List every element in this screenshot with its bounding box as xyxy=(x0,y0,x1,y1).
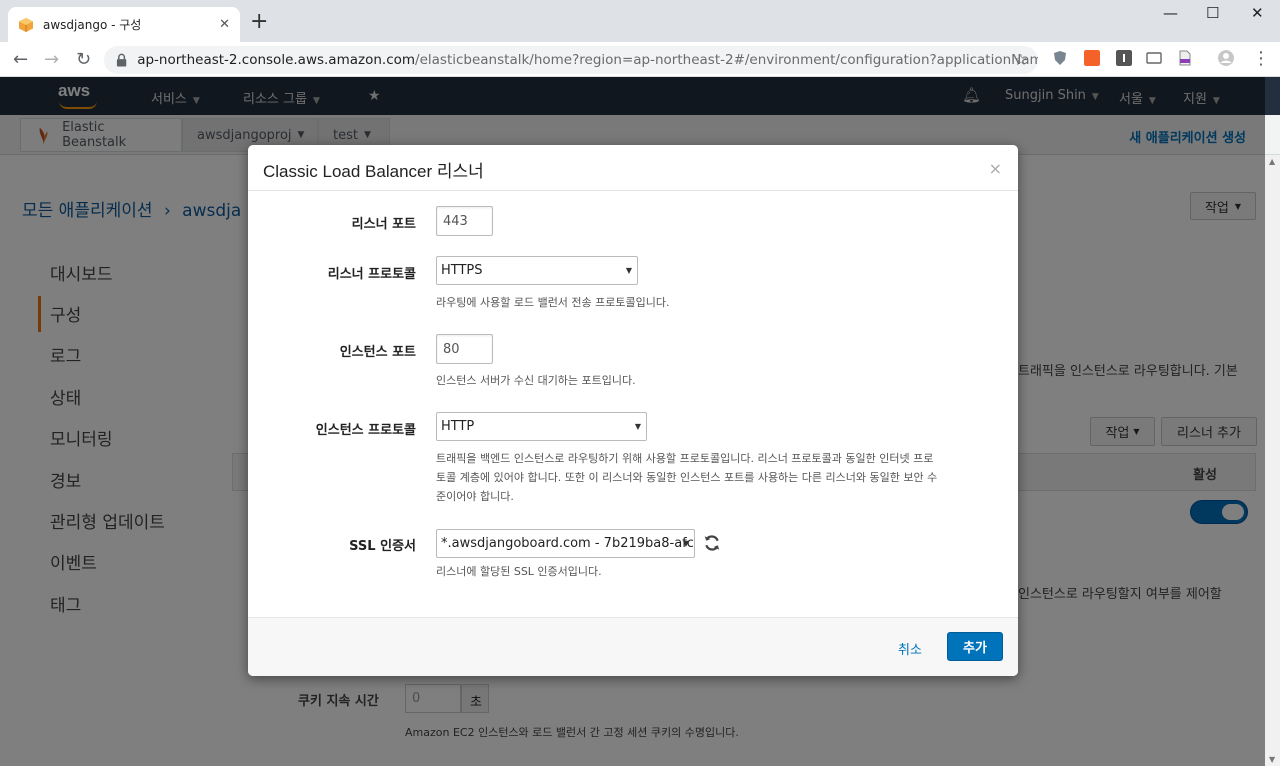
add-button[interactable]: 추가 xyxy=(947,632,1003,661)
cancel-button[interactable]: 취소 xyxy=(898,639,922,658)
modal-title: Classic Load Balancer 리스너 xyxy=(263,162,484,181)
listener-protocol-label: 리스너 프로토콜 xyxy=(327,267,416,282)
new-tab-button[interactable]: + xyxy=(250,9,268,34)
browser-tabstrip: awsdjango - 구성 ✕ + — ☐ ✕ xyxy=(0,0,1280,42)
instance-protocol-label: 인스턴스 프로토콜 xyxy=(315,423,416,438)
card-extension-icon[interactable] xyxy=(1146,50,1162,66)
modal-header: Classic Load Balancer 리스너 × xyxy=(248,145,1018,191)
browser-menu-icon[interactable]: ⋮ xyxy=(1252,48,1270,69)
listener-port-label: 리스너 포트 xyxy=(351,217,416,232)
url-omnibox[interactable]: ap-northeast-2.console.aws.amazon.com/el… xyxy=(104,46,1038,74)
url-text: ap-northeast-2.console.aws.amazon.com/el… xyxy=(137,52,1038,68)
listener-protocol-help: 라우팅에 사용할 로드 밸런서 전송 프로토콜입니다. xyxy=(436,296,670,309)
forward-arrow-icon[interactable]: → xyxy=(44,49,59,70)
instance-port-input[interactable]: 80 xyxy=(436,334,493,364)
close-icon[interactable]: × xyxy=(989,159,1002,178)
ssl-certificate-select[interactable]: *.awsdjangoboard.com - 7b219ba8-afce ▼ xyxy=(436,529,695,558)
shield-extension-icon[interactable] xyxy=(1052,50,1068,66)
minimize-button[interactable]: — xyxy=(1163,4,1178,22)
instance-protocol-help: 트래픽을 백엔드 인스턴스로 라우팅하기 위해 사용할 프로토콜입니다. 리스너… xyxy=(436,452,938,503)
scroll-down-icon[interactable]: ▼ xyxy=(1269,755,1275,764)
instance-port-label: 인스턴스 포트 xyxy=(339,345,416,360)
instance-protocol-select[interactable]: HTTP ▼ xyxy=(436,412,647,441)
tab-title: awsdjango - 구성 xyxy=(43,18,142,32)
dropdown-arrow-icon: ▼ xyxy=(634,422,641,431)
profile-avatar-icon[interactable] xyxy=(1218,50,1234,66)
info-extension-icon[interactable] xyxy=(1116,50,1132,66)
listener-protocol-select[interactable]: HTTPS ▼ xyxy=(436,256,638,285)
tab-close-icon[interactable]: ✕ xyxy=(219,17,230,32)
dropdown-arrow-icon: ▼ xyxy=(682,539,689,548)
orange-extension-icon[interactable] xyxy=(1084,50,1100,66)
maximize-button[interactable]: ☐ xyxy=(1206,4,1219,22)
dropdown-arrow-icon: ▼ xyxy=(625,266,632,275)
bookmark-star-icon[interactable]: ☆ xyxy=(1014,50,1028,69)
ssl-certificate-label: SSL 인증서 xyxy=(349,539,416,554)
pdf-extension-icon[interactable] xyxy=(1177,50,1193,66)
refresh-icon[interactable] xyxy=(703,534,721,552)
browser-tab[interactable]: awsdjango - 구성 ✕ xyxy=(8,7,240,42)
back-arrow-icon[interactable]: ← xyxy=(13,49,28,70)
instance-port-help: 인스턴스 서버가 수신 대기하는 포트입니다. xyxy=(436,374,636,387)
modal-footer: 취소 추가 xyxy=(248,617,1018,676)
reload-icon[interactable]: ↻ xyxy=(76,49,91,70)
scroll-up-icon[interactable]: ▲ xyxy=(1269,157,1275,166)
address-bar: ← → ↻ ap-northeast-2.console.aws.amazon.… xyxy=(0,42,1280,77)
aws-box-favicon-icon xyxy=(19,17,33,32)
ssl-certificate-help: 리스너에 할당된 SSL 인증서입니다. xyxy=(436,565,602,578)
window-close-button[interactable]: ✕ xyxy=(1251,4,1264,22)
listener-port-input[interactable]: 443 xyxy=(436,206,493,236)
listener-modal: Classic Load Balancer 리스너 × 리스너 포트 443 리… xyxy=(248,145,1018,676)
page-scrollbar[interactable]: ▲ ▼ xyxy=(1265,155,1280,766)
lock-icon xyxy=(116,53,127,67)
